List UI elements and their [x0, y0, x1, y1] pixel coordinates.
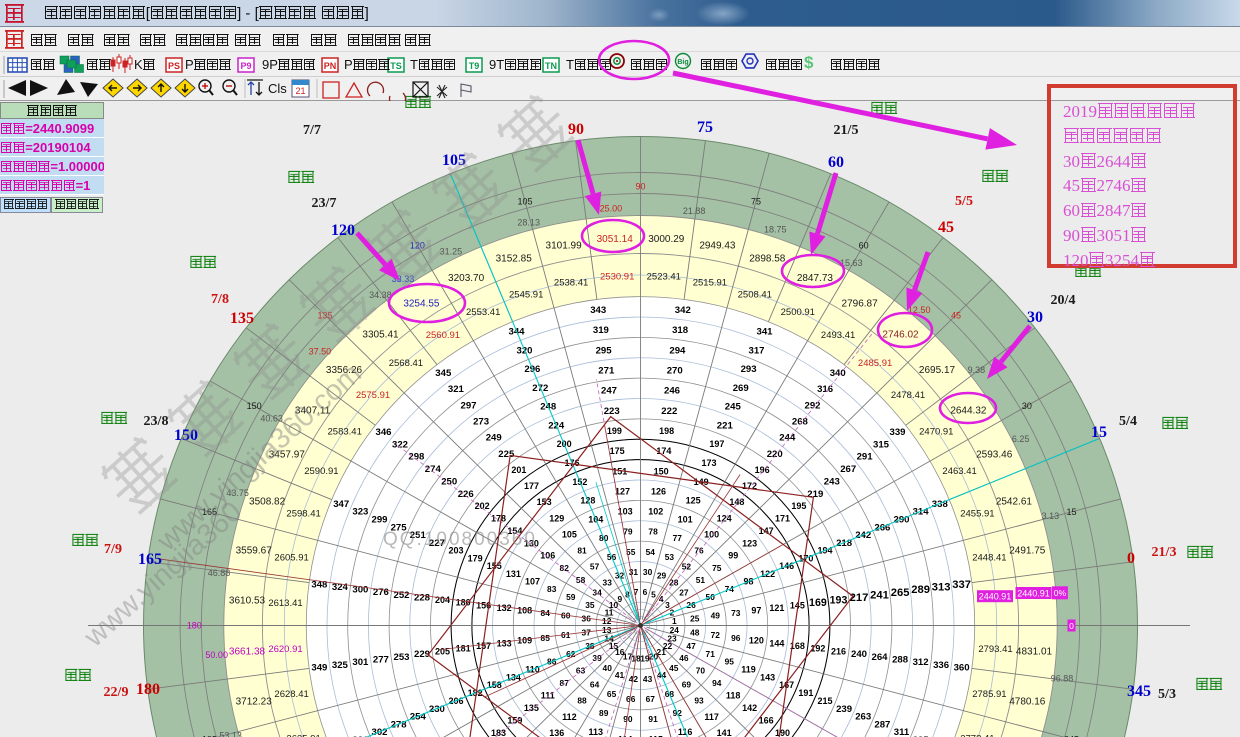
svg-text:QQ:100800360: QQ:100800360	[383, 529, 537, 550]
svg-text:www.yingjia360.com: www.yingjia360.com	[151, 358, 368, 558]
svg-text:www.yingjia360: www.yingjia360	[78, 496, 249, 654]
